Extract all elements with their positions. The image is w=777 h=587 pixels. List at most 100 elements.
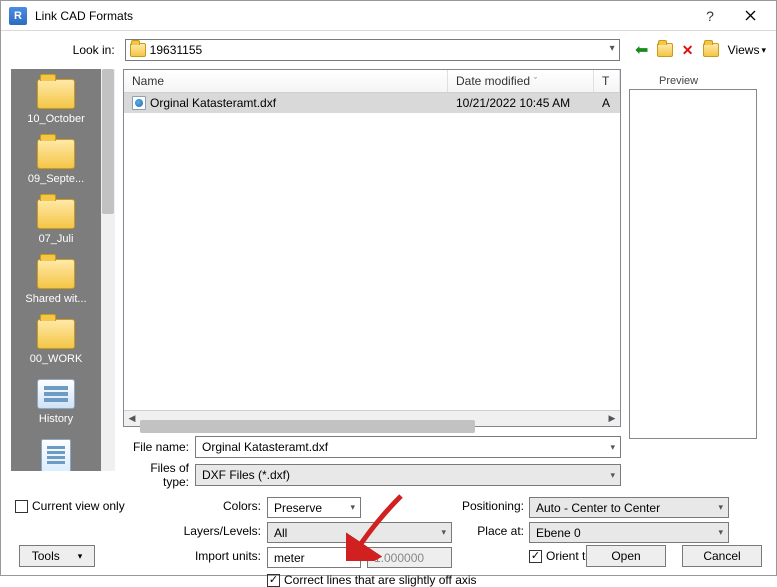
window-title: Link CAD Formats [35, 9, 690, 23]
views-menu[interactable]: Views ▾ [728, 43, 766, 57]
files-of-type-label: Files of type: [123, 461, 189, 489]
new-folder-button[interactable] [701, 40, 721, 60]
import-units-scale[interactable]: 1.000000 [367, 547, 452, 568]
colors-label: Colors: [151, 499, 261, 513]
correct-off-axis-label: Correct lines that are slightly off axis [284, 573, 477, 587]
help-button[interactable]: ? [690, 2, 730, 30]
layers-levels-dropdown[interactable]: All▾ [267, 522, 452, 543]
views-label: Views [728, 43, 760, 57]
files-of-type-value: DXF Files (*.dxf) [202, 468, 290, 482]
place-at-value: Ebene 0 [536, 526, 581, 540]
files-of-type-dropdown[interactable]: DXF Files (*.dxf) ▾ [195, 464, 621, 486]
checkbox-box: ✓ [267, 574, 280, 587]
places-item-label: 07_Juli [39, 233, 74, 245]
folder-icon [37, 199, 75, 229]
preview-box [629, 89, 757, 439]
chevron-down-icon: ▾ [350, 552, 355, 563]
column-name[interactable]: Name [124, 70, 448, 92]
layers-levels-value: All [274, 526, 287, 540]
file-list-header: Name Date modified ˇ T [124, 70, 620, 93]
places-item-documents[interactable] [13, 433, 99, 471]
close-icon [745, 10, 756, 21]
positioning-label: Positioning: [439, 499, 524, 513]
checkbox-box: ✓ [529, 550, 542, 563]
places-item-label: 09_Septe... [28, 173, 84, 185]
places-item-label: History [39, 413, 73, 425]
checkbox-box [15, 500, 28, 513]
import-units-label: Import units: [151, 549, 261, 563]
places-item-history[interactable]: History [13, 373, 99, 433]
open-button[interactable]: Open [586, 545, 666, 567]
preview-label: Preview [629, 75, 757, 87]
horizontal-scrollbar[interactable]: ◀ ▶ [124, 410, 620, 426]
current-view-only-checkbox[interactable]: Current view only [15, 499, 125, 513]
chevron-down-icon: ▾ [761, 45, 766, 56]
dxf-file-icon [132, 96, 146, 110]
places-item-label: Shared wit... [25, 293, 86, 305]
scrollbar-thumb[interactable] [140, 420, 475, 433]
column-date-label: Date modified [456, 74, 530, 88]
place-at-dropdown[interactable]: Ebene 0 ▾ [529, 522, 729, 543]
places-item-label: 00_WORK [30, 353, 83, 365]
import-units-dropdown[interactable]: meter ▾ [267, 547, 361, 568]
folder-icon [37, 319, 75, 349]
up-one-level-button[interactable] [655, 40, 675, 60]
positioning-value: Auto - Center to Center [536, 501, 660, 515]
back-button[interactable]: ⬅ [632, 40, 652, 60]
folder-up-icon [657, 43, 673, 57]
layers-levels-label: Layers/Levels: [151, 524, 261, 538]
file-type: A [594, 96, 620, 110]
positioning-dropdown[interactable]: Auto - Center to Center ▾ [529, 497, 729, 518]
correct-off-axis-checkbox[interactable]: ✓ Correct lines that are slightly off ax… [267, 573, 477, 587]
places-bar: 10_October 09_Septe... 07_Juli Shared wi… [11, 69, 101, 471]
app-icon: R [9, 7, 27, 25]
history-icon [37, 379, 75, 409]
look-in-label: Look in: [71, 43, 115, 57]
chevron-down-icon: ▾ [610, 470, 615, 481]
tools-button-label: Tools [32, 549, 60, 563]
places-item-label: 10_October [27, 113, 84, 125]
cancel-button[interactable]: Cancel [682, 545, 762, 567]
folder-icon [37, 259, 75, 289]
scroll-left-arrow[interactable]: ◀ [124, 411, 140, 427]
colors-dropdown[interactable]: Preserve ▾ [267, 497, 361, 518]
chevron-down-icon: ▾ [350, 502, 355, 513]
file-name: Orginal Katasteramt.dxf [150, 96, 276, 110]
places-item[interactable]: 10_October [13, 73, 99, 133]
chevron-down-icon: ▾ [610, 442, 615, 453]
scroll-right-arrow[interactable]: ▶ [604, 411, 620, 427]
column-name-label: Name [132, 74, 164, 88]
places-item[interactable]: 07_Juli [13, 193, 99, 253]
delete-button[interactable]: ✕ [678, 40, 698, 60]
look-in-value: 19631155 [150, 43, 203, 57]
sort-caret-icon: ˇ [534, 76, 537, 86]
current-view-only-label: Current view only [32, 499, 125, 513]
column-date-modified[interactable]: Date modified ˇ [448, 70, 594, 92]
file-name-value: Orginal Katasteramt.dxf [202, 440, 328, 454]
close-button[interactable] [730, 2, 770, 30]
document-icon [41, 439, 71, 471]
file-row[interactable]: Orginal Katasteramt.dxf 10/21/2022 10:45… [124, 93, 620, 113]
chevron-down-icon: ▾ [610, 43, 615, 54]
column-type-label: T [602, 74, 609, 88]
file-date: 10/21/2022 10:45 AM [448, 96, 594, 110]
preview-panel: Preview [629, 69, 757, 471]
folder-new-icon [703, 43, 719, 57]
places-item[interactable]: 00_WORK [13, 313, 99, 373]
chevron-down-icon: ▾ [718, 527, 723, 538]
folder-icon [130, 43, 146, 57]
colors-value: Preserve [274, 501, 322, 515]
chevron-down-icon: ▾ [718, 502, 723, 513]
column-type[interactable]: T [594, 70, 620, 92]
scrollbar-thumb[interactable] [102, 69, 114, 214]
folder-icon [37, 139, 75, 169]
place-at-label: Place at: [439, 524, 524, 538]
chevron-down-icon: ▾ [78, 551, 83, 562]
places-item[interactable]: 09_Septe... [13, 133, 99, 193]
tools-button[interactable]: Tools ▾ [19, 545, 95, 567]
look-in-dropdown[interactable]: 19631155 ▾ [125, 39, 620, 61]
places-item[interactable]: Shared wit... [13, 253, 99, 313]
import-units-value: meter [274, 551, 305, 565]
places-scrollbar[interactable] [101, 69, 115, 471]
file-name-combobox[interactable]: Orginal Katasteramt.dxf ▾ [195, 436, 621, 458]
